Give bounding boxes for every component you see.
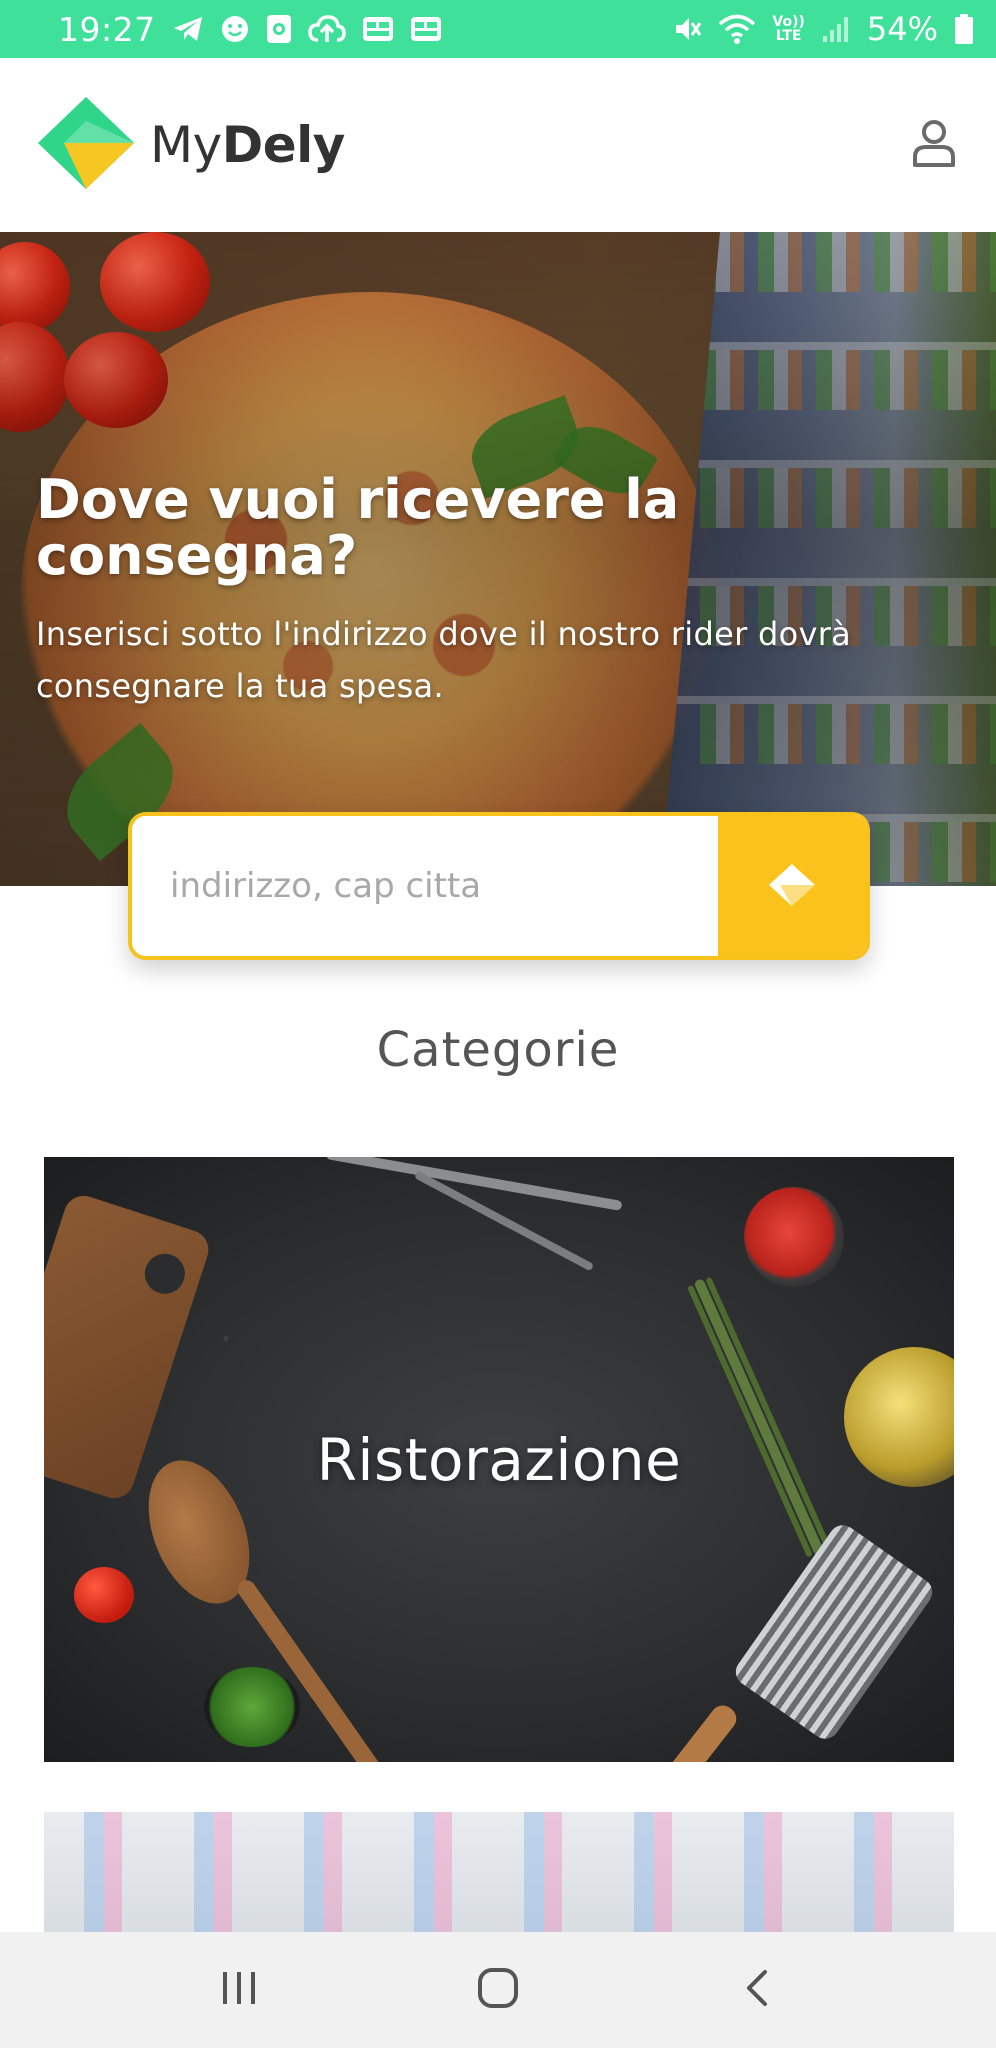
address-search-box xyxy=(128,812,870,960)
status-left: 19:27 xyxy=(58,10,442,49)
volte-icon: Vo)) LTE xyxy=(772,12,804,46)
mydely-logo[interactable]: MyDely xyxy=(34,93,345,197)
telegram-icon xyxy=(172,12,204,46)
status-bar: 19:27 Vo)) LTE 54% xyxy=(0,0,996,58)
status-right: Vo)) LTE 54% xyxy=(672,10,974,48)
category-card-market[interactable] xyxy=(44,1812,954,1932)
back-icon xyxy=(743,1968,771,2012)
home-button[interactable] xyxy=(453,1955,543,2025)
category-label: Ristorazione xyxy=(316,1425,682,1494)
app-notification-icon xyxy=(266,12,292,46)
category-label xyxy=(44,1812,954,1932)
cloud-upload-icon xyxy=(307,12,346,46)
battery-icon xyxy=(954,12,974,46)
search-submit-button[interactable] xyxy=(718,816,866,956)
smiley-icon xyxy=(220,12,250,46)
wifi-icon xyxy=(718,12,756,46)
mute-icon xyxy=(672,12,702,46)
hero-title: Dove vuoi ricevere la consegna? xyxy=(36,468,680,587)
categories-title: Categorie xyxy=(376,1022,620,1078)
logo-text-light: My xyxy=(150,116,222,174)
hero-banner: Dove vuoi ricevere la consegna? Inserisc… xyxy=(0,232,996,886)
logo-text-bold: Dely xyxy=(221,116,346,174)
recent-apps-icon xyxy=(219,1970,259,2010)
mydely-diamond-icon xyxy=(34,93,138,197)
volte-label-bottom: LTE xyxy=(775,28,802,44)
gallery-notification-icon-2 xyxy=(410,12,442,46)
status-time: 19:27 xyxy=(58,9,156,49)
category-card-ristorazione[interactable]: Ristorazione xyxy=(44,1157,954,1762)
logo-text: MyDely xyxy=(150,116,345,174)
signal-icon xyxy=(821,12,851,46)
gallery-notification-icon xyxy=(362,12,394,46)
mydely-diamond-icon xyxy=(767,862,817,911)
user-icon xyxy=(912,119,956,171)
back-button[interactable] xyxy=(712,1955,802,2025)
home-icon xyxy=(477,1967,519,2013)
recent-apps-button[interactable] xyxy=(194,1955,284,2025)
hero-subtitle: Inserisci sotto l'indirizzo dove il nost… xyxy=(36,615,852,705)
system-navigation-bar xyxy=(0,1932,996,2048)
app-header: MyDely xyxy=(0,58,996,232)
address-input[interactable] xyxy=(132,816,718,956)
battery-level: 54% xyxy=(866,10,938,48)
volte-label-top: Vo)) xyxy=(772,14,805,30)
profile-button[interactable] xyxy=(906,117,962,173)
